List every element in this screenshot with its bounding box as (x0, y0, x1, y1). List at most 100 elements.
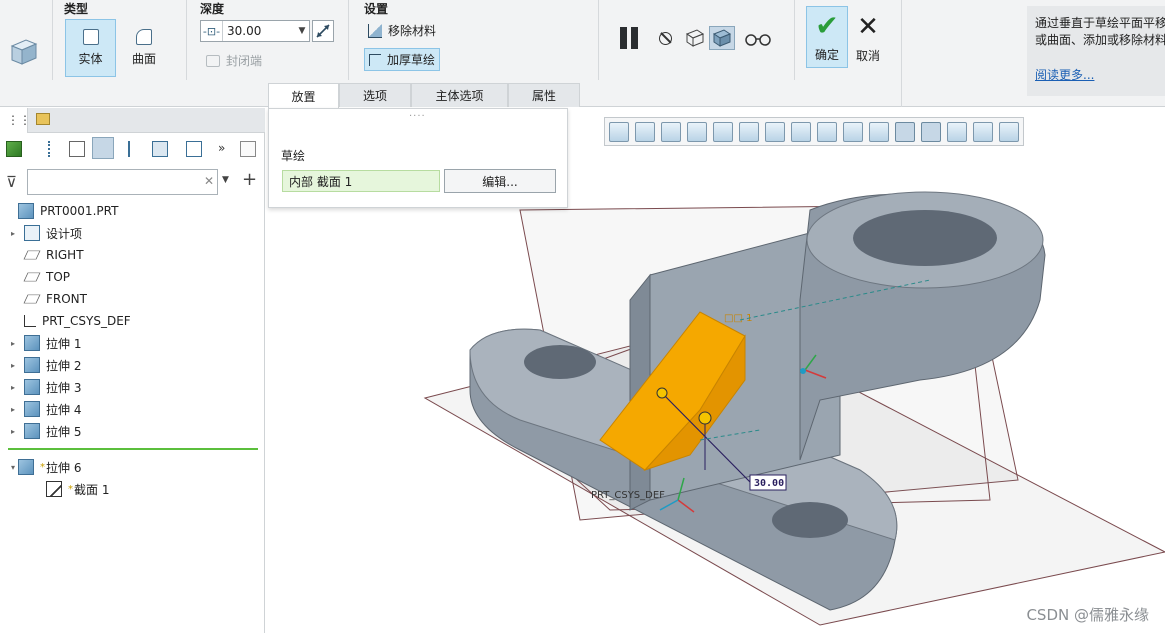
sketch-icon (46, 481, 62, 497)
named-view-icon[interactable] (999, 121, 1019, 142)
drag-handle[interactable] (698, 411, 712, 425)
tree-item[interactable]: ▾ * 拉伸 6 (0, 456, 265, 478)
show-icon[interactable] (69, 141, 85, 157)
part-icon[interactable] (6, 141, 22, 157)
solid-button[interactable]: 实体 (65, 19, 116, 77)
expand-icon[interactable]: ▸ (8, 405, 18, 414)
surface-button[interactable]: 曲面 (118, 19, 170, 77)
capped-ends-button[interactable]: 封闭端 (202, 50, 266, 71)
add-icon[interactable]: + (242, 169, 257, 190)
help-text-line2: 或曲面、添加或移除材料 (1035, 33, 1165, 47)
section-icon[interactable] (843, 121, 863, 142)
saved-views-icon[interactable] (765, 121, 785, 142)
pause-icon (620, 27, 627, 49)
tab-body-options[interactable]: 主体选项 (411, 83, 508, 107)
zoom-out-icon[interactable] (661, 121, 681, 142)
tab-model-tree[interactable]: ⋮⋮ (0, 108, 31, 133)
sketch-label: 草绘 (281, 149, 306, 163)
tree-list-icon[interactable] (48, 141, 64, 157)
design-items-icon (24, 225, 40, 241)
expand-icon[interactable]: ▸ (8, 427, 18, 436)
view-manager-icon[interactable] (791, 121, 811, 142)
edit-sketch-button[interactable]: 编辑... (444, 169, 556, 193)
expand-icon[interactable]: ▸ (8, 229, 18, 238)
document-icon[interactable] (240, 141, 256, 157)
extrude-icon (24, 379, 40, 395)
appearance-icon[interactable] (947, 121, 967, 142)
read-more-link[interactable]: 阅读更多... (1035, 67, 1165, 84)
columns-icon[interactable] (92, 137, 114, 159)
geometry-preview-icon[interactable] (709, 26, 735, 50)
tree-item[interactable]: * 截面 1 (0, 478, 265, 500)
flip-direction-button[interactable] (312, 20, 334, 42)
expand-icon[interactable]: ▾ (8, 463, 18, 472)
tab-layers[interactable] (30, 108, 58, 133)
tree-item-label: 截面 1 (74, 482, 110, 497)
expand-icon[interactable]: ▸ (8, 339, 18, 348)
more-icon[interactable]: » (218, 141, 234, 157)
pause-button[interactable] (620, 27, 642, 49)
cancel-button[interactable]: ✕ 取消 (850, 6, 886, 68)
depth-value[interactable]: 30.00 (223, 24, 295, 38)
ribbon: 类型 实体 曲面 深度 -⊡- 30.00 ▼ 封闭端 设置 移除材料 加厚草绘 (0, 0, 1165, 108)
panel-grip[interactable]: ···· (409, 111, 426, 122)
verify-preview-icon[interactable] (684, 28, 706, 48)
tree-item[interactable]: PRT0001.PRT (0, 200, 265, 222)
attributes-icon[interactable] (186, 141, 202, 157)
tab-placement[interactable]: 放置 (268, 83, 339, 108)
no-preview-icon[interactable] (659, 32, 672, 45)
ok-button[interactable]: ✔ 确定 (806, 6, 848, 68)
dimension-value[interactable]: 30.00 (754, 478, 784, 489)
glasses-icon[interactable] (744, 32, 772, 46)
expand-icon[interactable]: ▸ (8, 383, 18, 392)
chevron-down-icon[interactable]: ▼ (222, 175, 229, 185)
refit-icon[interactable] (609, 121, 629, 142)
tree-filter-icon[interactable] (128, 141, 144, 157)
help-panel: 通过垂直于草绘平面平移 或曲面、添加或移除材料 阅读更多... (1027, 6, 1165, 96)
tree-item[interactable]: ▸ 拉伸 2 (0, 354, 265, 376)
thicken-sketch-button[interactable]: 加厚草绘 (364, 48, 441, 71)
repaint-icon[interactable] (687, 121, 707, 142)
csys-icon (24, 315, 36, 327)
pause-animation-icon[interactable] (973, 121, 993, 142)
tree-item[interactable]: ▸ 拉伸 1 (0, 332, 265, 354)
tree-item[interactable]: ▸ 设计项 (0, 222, 265, 244)
depth-value-dropdown[interactable]: -⊡- 30.00 ▼ (200, 20, 310, 42)
expand-icon[interactable]: ▸ (8, 361, 18, 370)
tree-item[interactable]: ▸ 拉伸 5 (0, 420, 265, 442)
tree-item[interactable]: PRT_CSYS_DEF (0, 310, 265, 332)
part-icon (18, 203, 34, 219)
tree-item[interactable]: RIGHT (0, 244, 265, 266)
filter-icon[interactable]: ⊽ (6, 173, 17, 191)
spin-center-icon[interactable] (713, 121, 733, 142)
tab-options[interactable]: 选项 (339, 83, 411, 107)
perspective-icon[interactable] (817, 121, 837, 142)
clear-icon[interactable]: ✕ (204, 174, 214, 188)
csys-label: PRT_CSYS_DEF (591, 490, 665, 501)
search-input[interactable]: ✕ (27, 169, 218, 195)
extrude-feature-icon (8, 34, 40, 66)
modified-marker-icon: * (40, 461, 45, 473)
datum-display-icon[interactable] (869, 121, 889, 142)
datum-plane-icon (23, 250, 41, 260)
help-text-line1: 通过垂直于草绘平面平移 (1035, 16, 1165, 30)
drag-handle[interactable] (656, 387, 668, 399)
tree-item[interactable]: ▸ 拉伸 3 (0, 376, 265, 398)
settings-icon[interactable] (152, 141, 168, 157)
display-style-icon[interactable] (739, 121, 759, 142)
tab-properties[interactable]: 属性 (508, 83, 580, 107)
tree-item-label: 拉伸 4 (46, 402, 82, 417)
type-group-title: 类型 (64, 2, 89, 16)
tree-item-label: 设计项 (46, 226, 83, 241)
remove-material-button[interactable]: 移除材料 (364, 20, 440, 41)
annotation-display-icon[interactable] (895, 121, 915, 142)
close-icon: ✕ (857, 12, 879, 42)
csys-display-icon[interactable] (921, 121, 941, 142)
tree-item[interactable]: FRONT (0, 288, 265, 310)
insert-here-marker[interactable] (8, 448, 258, 450)
tree-item[interactable]: TOP (0, 266, 265, 288)
tree-item[interactable]: ▸ 拉伸 4 (0, 398, 265, 420)
sketch-collector[interactable]: 内部 截面 1 (282, 170, 440, 192)
zoom-in-icon[interactable] (635, 121, 655, 142)
chevron-down-icon[interactable]: ▼ (295, 26, 309, 36)
